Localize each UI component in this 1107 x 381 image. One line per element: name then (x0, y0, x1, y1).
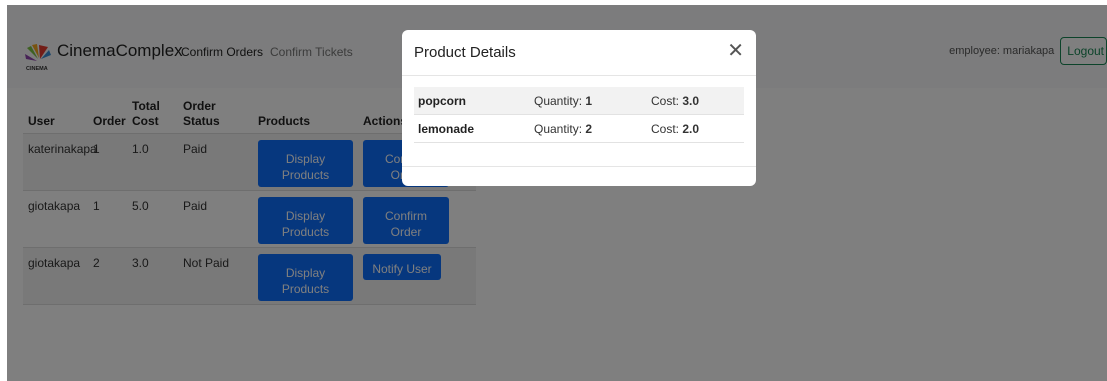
cost-label: Cost: (651, 93, 683, 108)
product-name: lemonade (418, 121, 475, 136)
cost-value: 3.0 (682, 93, 700, 108)
modal-title: Product Details (414, 44, 516, 61)
modal-header: Product Details ✕ (402, 30, 756, 76)
product-name: popcorn (418, 93, 466, 108)
modal-body: popcorn Quantity: 1 Cost: 3.0 lemonade Q… (402, 76, 756, 143)
product-quantity: Quantity: 1 (534, 94, 651, 108)
cost-label: Cost: (651, 121, 683, 136)
modal-footer (402, 166, 756, 167)
quantity-value: 2 (585, 121, 593, 136)
quantity-label: Quantity: (534, 121, 586, 136)
product-row: popcorn Quantity: 1 Cost: 3.0 (414, 87, 744, 115)
product-details-modal: Product Details ✕ popcorn Quantity: 1 Co… (402, 30, 756, 186)
product-cost: Cost: 2.0 (651, 122, 741, 136)
quantity-label: Quantity: (534, 93, 586, 108)
product-row: lemonade Quantity: 2 Cost: 2.0 (414, 115, 744, 143)
quantity-value: 1 (585, 93, 593, 108)
page: CINEMA CinemaComplex Confirm Orders Conf… (7, 5, 1107, 381)
close-icon[interactable]: ✕ (727, 41, 744, 61)
product-cost: Cost: 3.0 (651, 94, 741, 108)
cost-value: 2.0 (682, 121, 700, 136)
product-quantity: Quantity: 2 (534, 122, 651, 136)
